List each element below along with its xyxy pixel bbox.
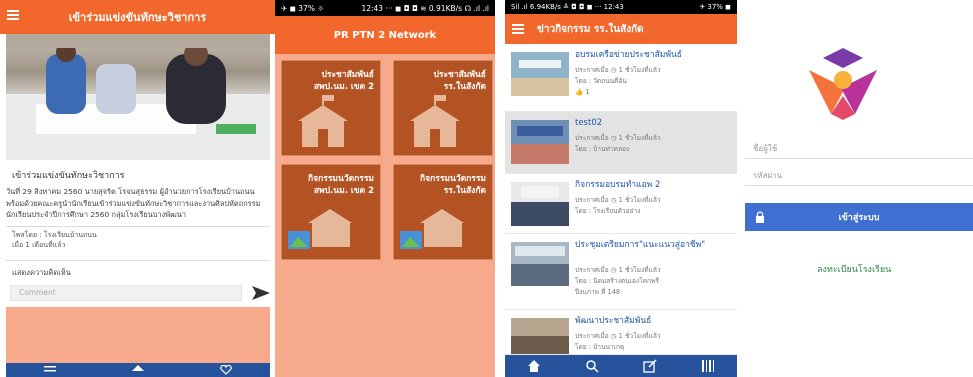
lock-icon <box>756 211 764 223</box>
school-photo-icon <box>288 209 352 249</box>
news-item[interactable]: อบรมเครือข่ายประชาสัมพันธ์ ประกาศเมื่อ ◷… <box>505 44 737 112</box>
news-title: พัฒนาประชาสัมพันธ์ <box>575 316 652 326</box>
edit-icon[interactable] <box>643 359 657 373</box>
news-thumbnail <box>511 242 569 286</box>
heart-icon[interactable] <box>220 365 232 375</box>
news-date: ประกาศเมื่อ ◷ 1 ชั่วโมงที่แล้ว <box>575 66 661 74</box>
news-item[interactable]: test02 ประกาศเมื่อ ◷ 1 ชั่วโมงที่แล้ว โด… <box>505 112 737 174</box>
comment-row: Comment <box>10 285 270 303</box>
tile-sublabel: สพป.นม. เขต 2 <box>313 186 374 196</box>
app-header: เข้าร่วมแข่งขันทักษะวิชาการ <box>0 0 275 34</box>
news-list-screen: Sil .ıl 6.94KB/s ≚ ◘ ◘ ◼ ··· 12:43 ✈ 37%… <box>505 0 737 377</box>
news-thumbnail <box>511 120 569 164</box>
register-school-link[interactable]: ลงทะเบียนโรงเรียน <box>817 262 891 276</box>
post-title: เข้าร่วมแข่งขันทักษะวิชาการ <box>12 171 125 181</box>
home-icon[interactable] <box>527 359 541 373</box>
login-screen: ชื่อผู้ใช้ รหัสผ่าน เข้าสู่ระบบ ลงทะเบีย… <box>745 0 973 377</box>
divider <box>6 226 270 227</box>
header-title: PR PTN 2 Network <box>333 29 437 41</box>
tile-sublabel: รร.ในสังกัด <box>443 186 486 196</box>
status-right: ✈ 37% ◼ <box>699 3 731 11</box>
login-label: เข้าสู่ระบบ <box>838 213 880 223</box>
password-underline <box>745 185 973 186</box>
content-background <box>6 307 270 363</box>
status-bar: ✈ ◼ 37% ☼ 12:43 ··· ◼ ◘ ◘ ≋ 0.91KB/s ☊ .… <box>275 0 495 16</box>
post-time: เมื่อ 1 เดือนที่แล้ว <box>12 241 66 249</box>
news-author: โดย : บ้านนาเกตุ <box>575 343 625 351</box>
header-title: ข่าวกิจกรรม รร.ในสังกัด <box>537 23 644 35</box>
school-building-icon <box>298 95 348 147</box>
news-item[interactable]: พัฒนาประชาสัมพันธ์ ประกาศเมื่อ ◷ 1 ชั่วโ… <box>505 310 737 355</box>
news-date: ประกาศเมื่อ ◷ 1 ชั่วโมงที่แล้ว <box>575 266 661 274</box>
school-photo-icon <box>400 209 464 249</box>
news-thumbnail <box>511 182 569 226</box>
news-title: ประชุมเตรียมการ"แนะแนวสู่อาชีพ" <box>575 240 706 250</box>
news-author: โดย : บ้านท่าคลอง <box>575 145 630 153</box>
status-right: 12:43 ··· ◼ ◘ ◘ ≋ 0.91KB/s ☊ .ıl .ıl <box>361 3 489 13</box>
tile-pr-network[interactable]: ประชาสัมพันธ์ สพป.นม. เขต 2 <box>281 60 381 156</box>
post-detail-screen: เข้าร่วมแข่งขันทักษะวิชาการ เข้าร่วมแข่ง… <box>0 0 275 377</box>
login-button[interactable]: เข้าสู่ระบบ <box>745 203 973 231</box>
app-logo <box>809 48 877 120</box>
divider <box>6 260 270 261</box>
tile-sublabel: สพป.นม. เขต 2 <box>313 82 374 92</box>
news-title: อบรมเครือข่ายประชาสัมพันธ์ <box>575 50 682 60</box>
tile-pr-schools[interactable]: ประชาสัมพันธ์ รร.ในสังกัด <box>393 60 493 156</box>
tile-sublabel: รร.ในสังกัด <box>443 82 486 92</box>
school-building-icon <box>410 95 460 147</box>
news-title: กิจกรรมอบรมทำแอพ 2 <box>575 180 661 190</box>
bottom-nav <box>6 363 270 377</box>
status-bar: Sil .ıl 6.94KB/s ≚ ◘ ◘ ◼ ··· 12:43 ✈ 37%… <box>505 0 737 14</box>
status-left: Sil .ıl 6.94KB/s ≚ ◘ ◘ ◼ ··· 12:43 <box>511 3 624 11</box>
app-screenshots: เข้าร่วมแข่งขันทักษะวิชาการ เข้าร่วมแข่ง… <box>0 0 973 377</box>
tile-innovation-network[interactable]: กิจกรรมนวัตกรรม สพป.นม. เขต 2 <box>281 164 381 260</box>
news-date: ประกาศเมื่อ ◷ 1 ชั่วโมงที่แล้ว <box>575 196 661 204</box>
news-date: ประกาศเมื่อ ◷ 1 ชั่วโมงที่แล้ว <box>575 134 661 142</box>
status-left: ✈ ◼ 37% ☼ <box>281 3 325 13</box>
home-icon[interactable] <box>132 365 144 375</box>
news-thumbnail <box>511 52 569 96</box>
header-title: เข้าร่วมแข่งขันทักษะวิชาการ <box>68 11 207 24</box>
app-header: PR PTN 2 Network <box>275 16 495 54</box>
post-photo <box>6 34 270 160</box>
send-icon[interactable] <box>252 286 270 300</box>
news-date: ประกาศเมื่อ ◷ 1 ชั่วโมงที่แล้ว <box>575 332 661 340</box>
news-item[interactable]: กิจกรรมอบรมทำแอพ 2 ประกาศเมื่อ ◷ 1 ชั่วโ… <box>505 174 737 234</box>
tile-innovation-schools[interactable]: กิจกรรมนวัตกรรม รร.ในสังกัด <box>393 164 493 260</box>
password-field[interactable]: รหัสผ่าน <box>753 169 782 182</box>
post-body: วันที่ 29 สิงหาคม 2560 นายสุจริต โรจนสุธ… <box>6 187 261 219</box>
app-header: ข่าวกิจกรรม รร.ในสังกัด <box>505 14 737 44</box>
news-author: โดย : นิคมสร้างตนเองโคกพรี <box>575 277 659 285</box>
network-home-screen: ✈ ◼ 37% ☼ 12:43 ··· ◼ ◘ ◘ ≋ 0.91KB/s ☊ .… <box>275 0 495 377</box>
username-field[interactable]: ชื่อผู้ใช้ <box>753 142 777 155</box>
hamburger-menu-icon[interactable] <box>511 22 525 36</box>
news-title: test02 <box>575 118 603 128</box>
like-count: 👍 1 <box>575 88 590 96</box>
bottom-nav <box>505 355 737 377</box>
search-icon[interactable] <box>585 359 599 373</box>
menu-icon[interactable] <box>44 365 56 375</box>
news-item[interactable]: ประชุมเตรียมการ"แนะแนวสู่อาชีพ" ประกาศเม… <box>505 234 737 310</box>
news-extra: ปีงบภาพ ที่ 148 <box>575 288 621 296</box>
barcode-icon[interactable] <box>701 359 715 373</box>
news-author: โดย : โรงเรียนตัวอย่าง <box>575 207 641 215</box>
comment-input[interactable]: Comment <box>10 285 242 301</box>
news-author: โดย : วัดถนนดีอัน <box>575 77 627 85</box>
comment-header: แสดงความคิดเห็น <box>12 268 71 277</box>
username-underline <box>745 158 973 159</box>
hamburger-menu-icon[interactable] <box>6 8 20 22</box>
